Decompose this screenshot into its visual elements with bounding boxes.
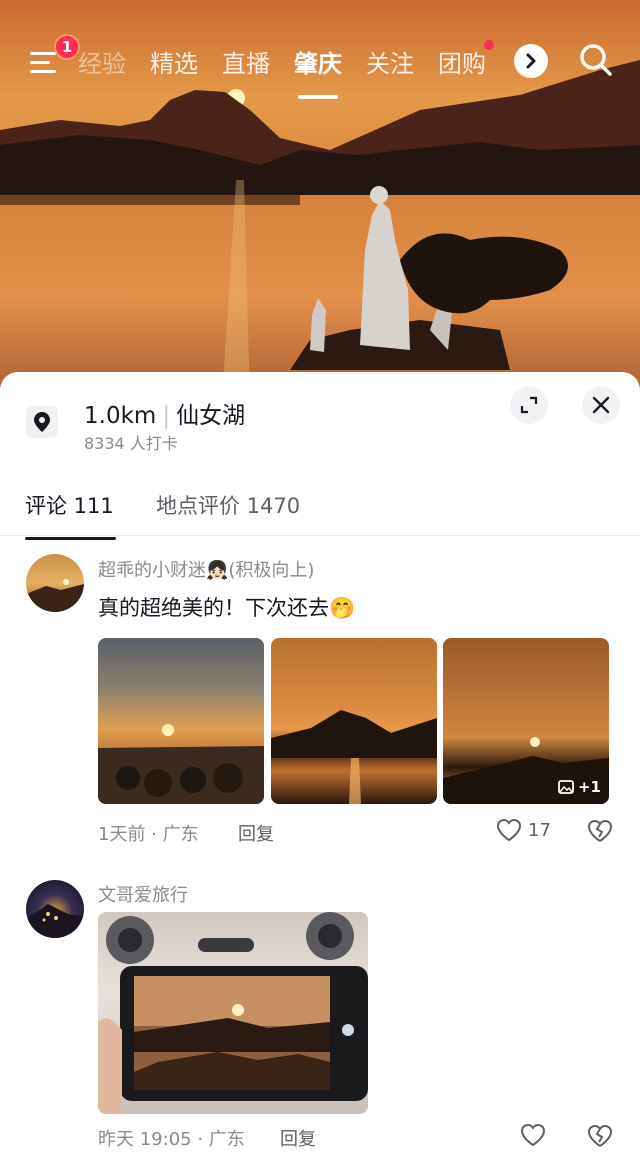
more-photos-count: +1 — [577, 778, 601, 796]
more-photos-badge: +1 — [558, 778, 601, 796]
comment-photo[interactable] — [271, 638, 437, 804]
search-icon[interactable] — [576, 40, 616, 80]
tab-featured[interactable]: 精选 — [138, 44, 210, 79]
heart-icon — [496, 818, 522, 842]
tab-live[interactable]: 直播 — [210, 44, 282, 79]
location-title[interactable]: 1.0km | 仙女湖 — [84, 396, 245, 430]
location-sheet: 1.0km | 仙女湖 8334 人打卡 评论 111 地点评价 1470 超乖的小… — [0, 372, 640, 1169]
broken-heart-icon[interactable] — [586, 818, 614, 846]
tab-group-buy[interactable]: 团购 — [426, 40, 498, 79]
expand-icon[interactable] — [510, 386, 548, 424]
like-button[interactable]: 17 — [496, 818, 551, 842]
close-icon[interactable] — [582, 386, 620, 424]
content-tabs: 评论 111 地点评价 1470 — [0, 482, 640, 540]
reply-button[interactable]: 回复 — [280, 1125, 316, 1151]
comment-photo[interactable]: +1 — [443, 638, 609, 804]
comment-time-location: 1天前 · 广东 — [98, 824, 199, 845]
tab-zhaoqing[interactable]: 肇庆 — [282, 44, 354, 79]
tab-experience[interactable]: 经验 — [78, 44, 138, 79]
comment-username[interactable]: 文哥爱旅行 — [98, 881, 188, 907]
image-icon — [558, 780, 574, 794]
comment-item: 超乖的小财迷👧🏻(积极向上) 真的超绝美的！下次还去🤭 +1 1天前 · 广东 … — [0, 550, 640, 860]
location-distance: 1.0km — [84, 403, 157, 429]
location-name: 仙女湖 — [176, 403, 246, 429]
chevron-right-icon[interactable] — [514, 44, 548, 78]
tab-place-reviews[interactable]: 地点评价 1470 — [156, 490, 300, 520]
feed-tabs: 经验 精选 直播 肇庆 关注 团购 — [78, 40, 498, 79]
new-dot — [484, 40, 494, 50]
comment-time-location: 昨天 19:05 · 广东 — [98, 1129, 245, 1150]
comment-username[interactable]: 超乖的小财迷👧🏻(积极向上) — [98, 556, 314, 582]
tab-group-buy-label: 团购 — [438, 50, 486, 78]
notification-badge: 1 — [54, 34, 80, 60]
like-button[interactable] — [520, 1123, 546, 1147]
like-count: 17 — [528, 819, 551, 841]
heart-icon — [520, 1123, 546, 1147]
checkin-count: 8334 人打卡 — [84, 434, 178, 453]
hero-photo-lake-sunset: 1 经验 精选 直播 肇庆 关注 团购 — [0, 0, 640, 400]
location-pin-icon — [26, 406, 58, 438]
comment-photo[interactable] — [98, 912, 368, 1114]
comment-text: 真的超绝美的！下次还去🤭 — [98, 596, 356, 620]
comment-item: 文哥爱旅行 昨天 19:05 · 广东 回复 — [0, 877, 640, 1169]
tab-following[interactable]: 关注 — [354, 44, 426, 79]
broken-heart-icon[interactable] — [586, 1123, 614, 1151]
tab-comments[interactable]: 评论 111 — [25, 490, 116, 540]
avatar[interactable] — [26, 880, 84, 938]
comment-photo[interactable] — [98, 638, 264, 804]
avatar[interactable] — [26, 554, 84, 612]
reply-button[interactable]: 回复 — [238, 820, 274, 846]
